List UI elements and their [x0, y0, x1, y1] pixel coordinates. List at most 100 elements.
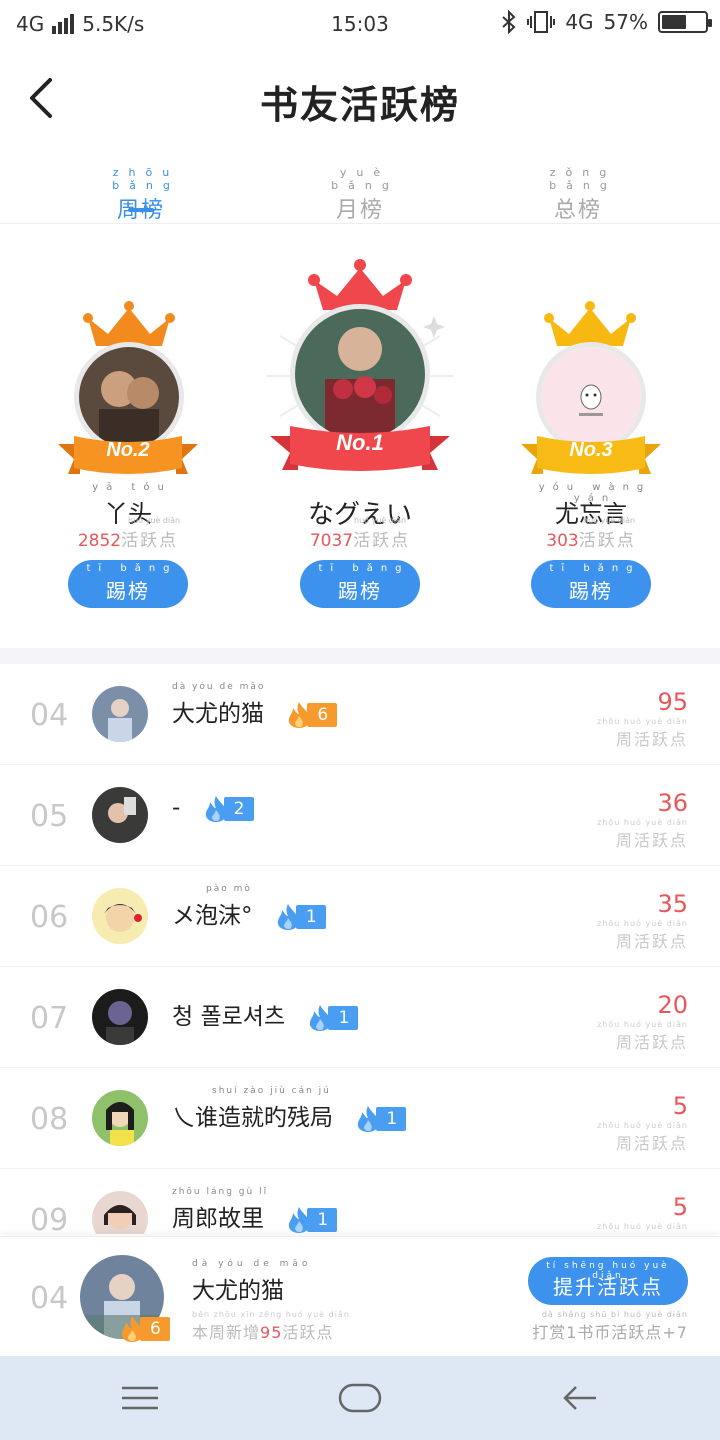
name-pinyin: yā tóu	[92, 482, 172, 493]
unit-pinyin: zhōu huó yuè diǎn	[597, 1020, 688, 1029]
name-text: 청 폴로셔츠	[172, 1004, 286, 1030]
unit-pinyin: zhōu huó yuè diǎn	[597, 1222, 688, 1231]
section-divider	[0, 648, 720, 664]
button-pinyin: tī bǎng	[318, 563, 410, 574]
back-nav-button[interactable]	[550, 1376, 610, 1420]
score: 303活跃点 huó yuè diǎn	[521, 516, 661, 551]
name-text: 乀谁造就旳残局	[172, 1105, 333, 1131]
rank-number: 04	[30, 698, 69, 733]
added-suffix: 活跃点	[282, 1323, 334, 1342]
added-prefix: 本周新增	[192, 1323, 261, 1342]
fan-level-badge: 1	[354, 1105, 407, 1132]
unit-text: 周活跃点	[615, 932, 688, 951]
score: 2852活跃点 huó yuè diǎn	[58, 516, 198, 551]
page-title: 书友活跃榜	[259, 82, 460, 127]
avatar[interactable]	[92, 787, 148, 843]
name-text: メ泡沫°	[172, 903, 253, 929]
flame-icon	[277, 903, 299, 930]
rank-number: 09	[30, 1203, 69, 1234]
added-number: 95	[260, 1323, 283, 1342]
home-icon	[338, 1383, 382, 1413]
bluetooth-icon	[502, 10, 516, 34]
score-unit: 活跃点	[353, 531, 411, 551]
tab-label: 月榜	[335, 198, 384, 223]
score-value: 7037	[309, 531, 354, 551]
button-pinyin: tī bǎng	[86, 563, 178, 574]
user-name: dà yóu de māo 大尤的猫 6	[172, 682, 338, 728]
unit-pinyin: zhōu huó yuè diǎn	[597, 717, 688, 726]
name-text: 周郎故里	[172, 1206, 264, 1232]
rank-number: 06	[30, 900, 69, 935]
header: 书友活跃榜	[0, 50, 720, 146]
unit-text: 周活跃点	[615, 1033, 688, 1052]
menu-icon	[122, 1386, 158, 1410]
rank-label: No.3	[569, 439, 613, 461]
list-item[interactable]: 06 pào mò メ泡沫° 1 35 zhōu huó yuè diǎn 周活跃…	[0, 866, 720, 967]
user-name: shuí zào jiù cán jú 乀谁造就旳残局 1	[172, 1086, 407, 1132]
crown-icon	[544, 301, 636, 346]
unit-pinyin: huó yuè diǎn	[128, 516, 181, 525]
reward-tip: dǎ shǎng shū bì huó yuè diǎn 打赏1书币活跃点+7	[532, 1310, 688, 1343]
kick-button[interactable]: tī bǎng 踢榜	[531, 560, 651, 608]
list-item[interactable]: 07 청 폴로셔츠 1 20 zhōu huó yuè diǎn 周活跃点	[0, 967, 720, 1068]
score-unit: zhōu huó yuè diǎn 周活跃点	[597, 1121, 688, 1154]
back-nav-icon	[563, 1386, 596, 1410]
my-rank-bar: 04 6 dà yóu de māo 大尤的猫 běn zhōu xīn zēn…	[0, 1236, 720, 1356]
avatar[interactable]	[92, 888, 148, 944]
podium-first: No.1 なグえい 7037活跃点 huó yuè diǎn tī bǎng 踢…	[266, 256, 454, 616]
flame-icon	[289, 1206, 310, 1233]
user-name: - 2	[172, 795, 254, 822]
score-value: 5	[672, 1092, 688, 1120]
tab-weekly[interactable]: zhōu bǎng 周榜	[81, 166, 201, 224]
fan-level-badge: 1	[285, 1206, 338, 1233]
tip-text: 打赏1书币活跃点+7	[532, 1323, 688, 1342]
tab-bar: zhōu bǎng 周榜 yuè bǎng 月榜 zǒng bǎng 总榜	[0, 162, 720, 224]
button-label: 踢榜	[569, 579, 613, 603]
list-item[interactable]: 05 - 2 36 zhōu huó yuè diǎn 周活跃点	[0, 765, 720, 866]
score-value: 2852	[77, 531, 122, 551]
tip-pinyin: dǎ shǎng shū bì huó yuè diǎn	[541, 1310, 688, 1319]
avatar[interactable]	[92, 1090, 148, 1146]
battery-icon	[658, 11, 712, 33]
avatar[interactable]	[92, 1191, 148, 1234]
fan-level-badge: 1	[274, 903, 326, 930]
unit-text: 周活跃点	[615, 730, 688, 749]
vibrate-icon	[527, 11, 556, 33]
boost-activity-button[interactable]: tí shēng huó yuè diǎn 提升活跃点	[528, 1257, 688, 1305]
score-unit: zhōu huó yuè diǎn 周活跃点	[597, 717, 688, 750]
tab-total[interactable]: zǒng bǎng 总榜	[518, 166, 638, 224]
ranking-list[interactable]: 04 dà yóu de māo 大尤的猫 6 95 zhōu huó yuè …	[0, 664, 720, 1234]
unit-pinyin: huó yuè diǎn	[583, 516, 636, 525]
unit-text: 周活跃点	[615, 1134, 688, 1153]
name-pinyin: dà yóu de māo	[192, 1259, 312, 1269]
home-button[interactable]	[330, 1376, 390, 1420]
score-value: 36	[657, 789, 688, 817]
avatar[interactable]	[92, 989, 148, 1045]
kick-button[interactable]: tī bǎng 踢榜	[68, 560, 188, 608]
unit-pinyin: zhōu huó yuè diǎn	[597, 919, 688, 928]
system-nav-bar	[0, 1356, 720, 1440]
score-unit: zhōu huó yuè diǎn 周活跃点	[597, 1020, 688, 1053]
rank-label: No.1	[336, 430, 384, 455]
rank-number: 07	[30, 1001, 69, 1036]
avatar[interactable]	[92, 686, 148, 742]
kick-button[interactable]: tī bǎng 踢榜	[300, 560, 420, 608]
name-pinyin: yóu wàng yán	[538, 482, 652, 504]
fan-level-badge: 1	[306, 1004, 359, 1031]
list-item[interactable]: 09 zhōu láng gù lǐ 周郎故里 1 5 zhōu huó yuè…	[0, 1169, 720, 1234]
list-item[interactable]: 08 shuí zào jiù cán jú 乀谁造就旳残局 1 5 zhōu …	[0, 1068, 720, 1169]
fan-level-badge: 6	[285, 701, 338, 728]
tab-label: 总榜	[553, 198, 602, 223]
button-label: 踢榜	[338, 579, 382, 603]
menu-button[interactable]	[110, 1376, 170, 1420]
tab-indicator	[128, 208, 154, 212]
podium-second: No.2 yā tóu 丫头 2852活跃点 huó yuè diǎn tī b…	[58, 296, 198, 616]
score-unit: zhōu huó yuè diǎn 周活跃点	[597, 818, 688, 851]
crown-icon	[83, 301, 175, 346]
name-pinyin: zhōu láng gù lǐ	[172, 1187, 269, 1197]
podium-third: No.3 yóu wàng yán 尤忘言 303活跃点 huó yuè diǎ…	[521, 296, 661, 616]
podium: No.2 yā tóu 丫头 2852活跃点 huó yuè diǎn tī b…	[0, 226, 720, 648]
tab-monthly[interactable]: yuè bǎng 月榜	[300, 166, 420, 224]
list-item[interactable]: 04 dà yóu de māo 大尤的猫 6 95 zhōu huó yuè …	[0, 664, 720, 765]
button-pinyin: tí shēng huó yuè diǎn	[546, 1261, 670, 1281]
